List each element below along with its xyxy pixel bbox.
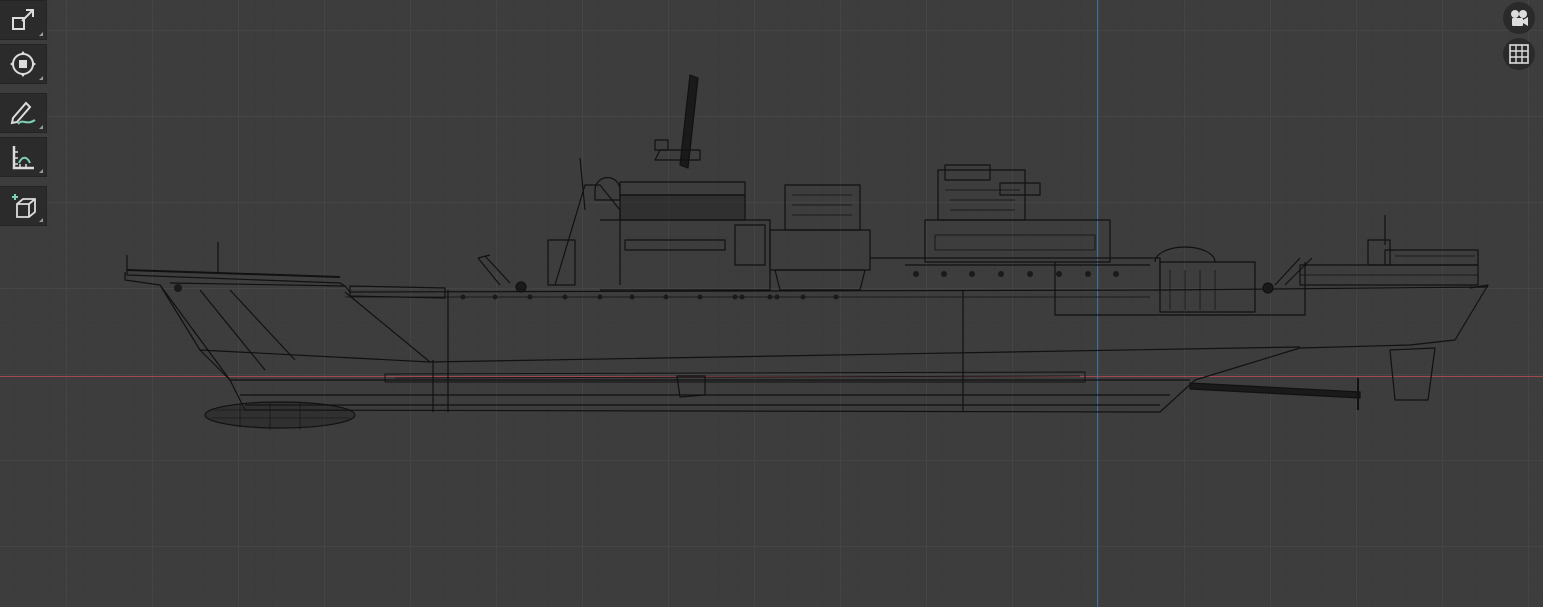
3d-viewport[interactable]: [0, 0, 1543, 607]
scale-tool-button[interactable]: [0, 0, 47, 40]
camera-icon: [1511, 10, 1528, 26]
scale-icon: [12, 9, 34, 30]
ruler-icon: [12, 146, 34, 170]
transform-icon: [10, 51, 36, 77]
add-cube-tool-button[interactable]: [0, 186, 47, 226]
grid-icon: [1509, 44, 1529, 64]
annotate-pencil-icon: [10, 101, 36, 125]
transform-tool-button[interactable]: [0, 44, 47, 84]
ship-wireframe[interactable]: [0, 0, 1543, 607]
measure-tool-button[interactable]: [0, 137, 47, 177]
grid-toggle-button[interactable]: [1503, 38, 1535, 70]
add-cube-icon: [12, 194, 36, 218]
annotate-tool-button[interactable]: [0, 93, 47, 133]
camera-view-button[interactable]: [1503, 2, 1535, 34]
